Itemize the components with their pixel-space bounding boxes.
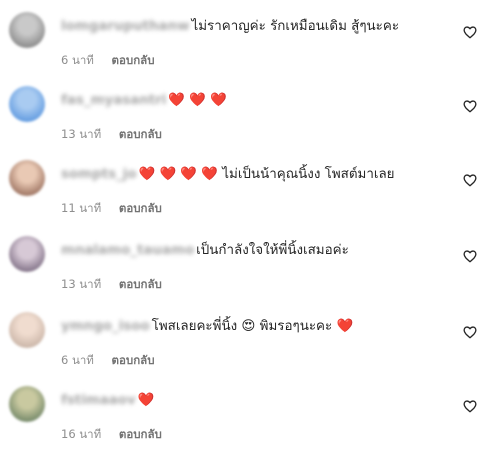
comment-text: โพสเลยคะพี่นิ้ง 😍 พิมรอๆนะคะ ❤️	[151, 319, 354, 334]
heart-outline-icon[interactable]	[462, 398, 478, 414]
comment-line: lomgaruputhanw ไม่ราคาญค่ะ รักเหมือนเดิม …	[61, 18, 442, 36]
comment-time: 13 นาที	[61, 127, 102, 141]
comments-list: lomgaruputhanw ไม่ราคาญค่ะ รักเหมือนเดิม …	[0, 0, 486, 447]
comment-meta: 6 นาที ตอบกลับ	[61, 352, 155, 370]
comment-text: ❤️	[137, 393, 155, 408]
comment-time: 11 นาที	[61, 201, 102, 215]
comment-time: 6 นาที	[61, 353, 94, 367]
comment-meta: 13 นาที ตอบกลับ	[61, 126, 162, 144]
comment-line: fstimaaov ❤️	[61, 392, 442, 410]
heart-outline-icon[interactable]	[462, 98, 478, 114]
comment-text: เป็นกำลังใจให้พี่นิ้งเสมอค่ะ	[196, 243, 349, 258]
comment-username[interactable]: lomgaruputhanw	[61, 18, 190, 36]
reply-button[interactable]: ตอบกลับ	[112, 53, 155, 67]
reply-button[interactable]: ตอบกลับ	[119, 127, 162, 141]
avatar[interactable]	[9, 312, 45, 348]
comment-username[interactable]: sompts_jo	[61, 166, 137, 184]
comment-time: 13 นาที	[61, 277, 102, 291]
avatar[interactable]	[9, 236, 45, 272]
comment-line: ymngo_isoo โพสเลยคะพี่นิ้ง 😍 พิมรอๆนะคะ ❤…	[61, 318, 442, 336]
reply-button[interactable]: ตอบกลับ	[112, 353, 155, 367]
avatar[interactable]	[9, 12, 45, 48]
comment-username[interactable]: mnalamo_tauamo	[61, 242, 194, 260]
avatar[interactable]	[9, 86, 45, 122]
comment-item: lomgaruputhanw ไม่ราคาญค่ะ รักเหมือนเดิม …	[0, 12, 486, 87]
reply-button[interactable]: ตอบกลับ	[119, 427, 162, 441]
comment-item: sompts_jo ❤️ ❤️ ❤️ ❤️ ไม่เป็นน้าคุณนิ้งง …	[0, 160, 486, 235]
comment-time: 6 นาที	[61, 53, 94, 67]
comment-line: fas_myasantri ❤️ ❤️ ❤️	[61, 92, 442, 110]
comment-meta: 16 นาที ตอบกลับ	[61, 426, 162, 444]
comment-line: sompts_jo ❤️ ❤️ ❤️ ❤️ ไม่เป็นน้าคุณนิ้งง …	[61, 166, 442, 184]
comment-username[interactable]: fas_myasantri	[61, 92, 166, 110]
heart-outline-icon[interactable]	[462, 172, 478, 188]
comment-item: mnalamo_tauamo เป็นกำลังใจให้พี่นิ้งเสมอค…	[0, 236, 486, 311]
reply-button[interactable]: ตอบกลับ	[119, 201, 162, 215]
avatar[interactable]	[9, 386, 45, 422]
avatar[interactable]	[9, 160, 45, 196]
comment-time: 16 นาที	[61, 427, 102, 441]
heart-outline-icon[interactable]	[462, 248, 478, 264]
comment-text: ❤️ ❤️ ❤️ ❤️ ไม่เป็นน้าคุณนิ้งง โพสต์มาเล…	[138, 167, 395, 182]
heart-outline-icon[interactable]	[462, 324, 478, 340]
reply-button[interactable]: ตอบกลับ	[119, 277, 162, 291]
comment-item: fstimaaov ❤️ 16 นาที ตอบกลับ	[0, 386, 486, 461]
comment-username[interactable]: fstimaaov	[61, 392, 136, 410]
comment-item: fas_myasantri ❤️ ❤️ ❤️ 13 นาที ตอบกลับ	[0, 86, 486, 161]
comment-line: mnalamo_tauamo เป็นกำลังใจให้พี่นิ้งเสมอค…	[61, 242, 442, 260]
comment-text: ไม่ราคาญค่ะ รักเหมือนเดิม สู้ๆนะคะ	[191, 19, 400, 34]
comment-item: ymngo_isoo โพสเลยคะพี่นิ้ง 😍 พิมรอๆนะคะ ❤…	[0, 312, 486, 387]
comment-meta: 6 นาที ตอบกลับ	[61, 52, 155, 70]
comment-meta: 11 นาที ตอบกลับ	[61, 200, 162, 218]
comment-text: ❤️ ❤️ ❤️	[168, 93, 227, 108]
comment-username[interactable]: ymngo_isoo	[61, 318, 150, 336]
heart-outline-icon[interactable]	[462, 24, 478, 40]
comment-meta: 13 นาที ตอบกลับ	[61, 276, 162, 294]
